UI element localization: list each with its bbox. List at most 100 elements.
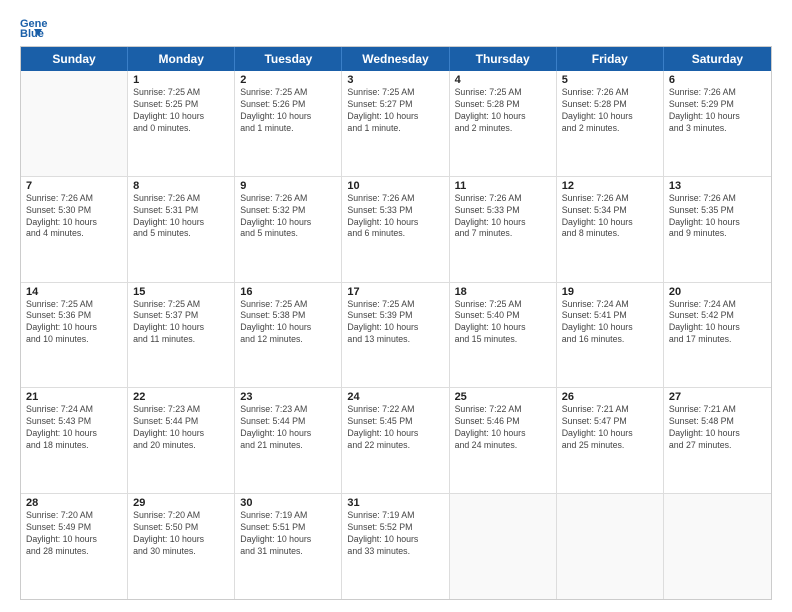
cell-day-number: 1 xyxy=(133,74,229,86)
cell-day-number: 7 xyxy=(26,180,122,192)
cell-info: Sunrise: 7:26 AM Sunset: 5:34 PM Dayligh… xyxy=(562,193,658,241)
cell-day-number: 12 xyxy=(562,180,658,192)
cal-cell: 29Sunrise: 7:20 AM Sunset: 5:50 PM Dayli… xyxy=(128,494,235,599)
cell-day-number: 10 xyxy=(347,180,443,192)
cell-day-number: 24 xyxy=(347,391,443,403)
day-header-thursday: Thursday xyxy=(450,47,557,71)
cal-cell xyxy=(664,494,771,599)
cal-cell: 15Sunrise: 7:25 AM Sunset: 5:37 PM Dayli… xyxy=(128,283,235,388)
cal-cell xyxy=(557,494,664,599)
cell-day-number: 26 xyxy=(562,391,658,403)
cell-info: Sunrise: 7:24 AM Sunset: 5:41 PM Dayligh… xyxy=(562,299,658,347)
cell-day-number: 8 xyxy=(133,180,229,192)
cell-day-number: 18 xyxy=(455,286,551,298)
cell-day-number: 2 xyxy=(240,74,336,86)
week-row-3: 14Sunrise: 7:25 AM Sunset: 5:36 PM Dayli… xyxy=(21,283,771,389)
logo-icon: General Blue xyxy=(20,16,48,38)
cal-cell: 8Sunrise: 7:26 AM Sunset: 5:31 PM Daylig… xyxy=(128,177,235,282)
cal-cell: 4Sunrise: 7:25 AM Sunset: 5:28 PM Daylig… xyxy=(450,71,557,176)
cell-day-number: 31 xyxy=(347,497,443,509)
cell-day-number: 27 xyxy=(669,391,766,403)
cal-cell xyxy=(450,494,557,599)
cell-info: Sunrise: 7:22 AM Sunset: 5:46 PM Dayligh… xyxy=(455,404,551,452)
day-header-monday: Monday xyxy=(128,47,235,71)
cal-cell: 21Sunrise: 7:24 AM Sunset: 5:43 PM Dayli… xyxy=(21,388,128,493)
calendar-body: 1Sunrise: 7:25 AM Sunset: 5:25 PM Daylig… xyxy=(21,71,771,599)
cell-info: Sunrise: 7:24 AM Sunset: 5:43 PM Dayligh… xyxy=(26,404,122,452)
cal-cell: 27Sunrise: 7:21 AM Sunset: 5:48 PM Dayli… xyxy=(664,388,771,493)
cell-info: Sunrise: 7:22 AM Sunset: 5:45 PM Dayligh… xyxy=(347,404,443,452)
cell-day-number: 5 xyxy=(562,74,658,86)
calendar: SundayMondayTuesdayWednesdayThursdayFrid… xyxy=(20,46,772,600)
cal-cell: 2Sunrise: 7:25 AM Sunset: 5:26 PM Daylig… xyxy=(235,71,342,176)
cal-cell: 13Sunrise: 7:26 AM Sunset: 5:35 PM Dayli… xyxy=(664,177,771,282)
cal-cell: 5Sunrise: 7:26 AM Sunset: 5:28 PM Daylig… xyxy=(557,71,664,176)
cal-cell: 7Sunrise: 7:26 AM Sunset: 5:30 PM Daylig… xyxy=(21,177,128,282)
day-header-saturday: Saturday xyxy=(664,47,771,71)
cell-info: Sunrise: 7:25 AM Sunset: 5:36 PM Dayligh… xyxy=(26,299,122,347)
cell-day-number: 30 xyxy=(240,497,336,509)
cell-day-number: 15 xyxy=(133,286,229,298)
header: General Blue xyxy=(20,16,772,38)
cal-cell: 14Sunrise: 7:25 AM Sunset: 5:36 PM Dayli… xyxy=(21,283,128,388)
cal-cell: 6Sunrise: 7:26 AM Sunset: 5:29 PM Daylig… xyxy=(664,71,771,176)
cell-day-number: 28 xyxy=(26,497,122,509)
cell-info: Sunrise: 7:25 AM Sunset: 5:38 PM Dayligh… xyxy=(240,299,336,347)
cell-info: Sunrise: 7:21 AM Sunset: 5:48 PM Dayligh… xyxy=(669,404,766,452)
cell-day-number: 21 xyxy=(26,391,122,403)
cal-cell: 10Sunrise: 7:26 AM Sunset: 5:33 PM Dayli… xyxy=(342,177,449,282)
cell-day-number: 6 xyxy=(669,74,766,86)
cell-info: Sunrise: 7:26 AM Sunset: 5:28 PM Dayligh… xyxy=(562,87,658,135)
week-row-2: 7Sunrise: 7:26 AM Sunset: 5:30 PM Daylig… xyxy=(21,177,771,283)
day-header-friday: Friday xyxy=(557,47,664,71)
cell-day-number: 14 xyxy=(26,286,122,298)
cell-info: Sunrise: 7:19 AM Sunset: 5:51 PM Dayligh… xyxy=(240,510,336,558)
cell-info: Sunrise: 7:26 AM Sunset: 5:31 PM Dayligh… xyxy=(133,193,229,241)
cal-cell: 18Sunrise: 7:25 AM Sunset: 5:40 PM Dayli… xyxy=(450,283,557,388)
cal-cell: 26Sunrise: 7:21 AM Sunset: 5:47 PM Dayli… xyxy=(557,388,664,493)
cell-info: Sunrise: 7:23 AM Sunset: 5:44 PM Dayligh… xyxy=(133,404,229,452)
cell-info: Sunrise: 7:26 AM Sunset: 5:35 PM Dayligh… xyxy=(669,193,766,241)
cal-cell: 28Sunrise: 7:20 AM Sunset: 5:49 PM Dayli… xyxy=(21,494,128,599)
cell-day-number: 17 xyxy=(347,286,443,298)
cell-day-number: 25 xyxy=(455,391,551,403)
cal-cell: 12Sunrise: 7:26 AM Sunset: 5:34 PM Dayli… xyxy=(557,177,664,282)
cal-cell: 19Sunrise: 7:24 AM Sunset: 5:41 PM Dayli… xyxy=(557,283,664,388)
cell-day-number: 13 xyxy=(669,180,766,192)
week-row-1: 1Sunrise: 7:25 AM Sunset: 5:25 PM Daylig… xyxy=(21,71,771,177)
cell-info: Sunrise: 7:25 AM Sunset: 5:28 PM Dayligh… xyxy=(455,87,551,135)
cell-info: Sunrise: 7:25 AM Sunset: 5:37 PM Dayligh… xyxy=(133,299,229,347)
cal-cell: 22Sunrise: 7:23 AM Sunset: 5:44 PM Dayli… xyxy=(128,388,235,493)
cal-cell: 16Sunrise: 7:25 AM Sunset: 5:38 PM Dayli… xyxy=(235,283,342,388)
cal-cell: 11Sunrise: 7:26 AM Sunset: 5:33 PM Dayli… xyxy=(450,177,557,282)
cell-day-number: 11 xyxy=(455,180,551,192)
cell-info: Sunrise: 7:23 AM Sunset: 5:44 PM Dayligh… xyxy=(240,404,336,452)
week-row-4: 21Sunrise: 7:24 AM Sunset: 5:43 PM Dayli… xyxy=(21,388,771,494)
cell-day-number: 4 xyxy=(455,74,551,86)
cell-day-number: 16 xyxy=(240,286,336,298)
cal-cell: 23Sunrise: 7:23 AM Sunset: 5:44 PM Dayli… xyxy=(235,388,342,493)
cell-day-number: 19 xyxy=(562,286,658,298)
cell-info: Sunrise: 7:24 AM Sunset: 5:42 PM Dayligh… xyxy=(669,299,766,347)
day-header-wednesday: Wednesday xyxy=(342,47,449,71)
cal-cell: 24Sunrise: 7:22 AM Sunset: 5:45 PM Dayli… xyxy=(342,388,449,493)
cal-cell: 31Sunrise: 7:19 AM Sunset: 5:52 PM Dayli… xyxy=(342,494,449,599)
logo: General Blue xyxy=(20,16,52,38)
cell-info: Sunrise: 7:25 AM Sunset: 5:26 PM Dayligh… xyxy=(240,87,336,135)
cell-day-number: 23 xyxy=(240,391,336,403)
cell-info: Sunrise: 7:19 AM Sunset: 5:52 PM Dayligh… xyxy=(347,510,443,558)
cell-info: Sunrise: 7:25 AM Sunset: 5:27 PM Dayligh… xyxy=(347,87,443,135)
cell-info: Sunrise: 7:26 AM Sunset: 5:30 PM Dayligh… xyxy=(26,193,122,241)
page: General Blue SundayMondayTuesdayWednesda… xyxy=(0,0,792,612)
cal-cell: 30Sunrise: 7:19 AM Sunset: 5:51 PM Dayli… xyxy=(235,494,342,599)
cal-cell: 20Sunrise: 7:24 AM Sunset: 5:42 PM Dayli… xyxy=(664,283,771,388)
cell-day-number: 22 xyxy=(133,391,229,403)
cell-info: Sunrise: 7:25 AM Sunset: 5:39 PM Dayligh… xyxy=(347,299,443,347)
day-header-tuesday: Tuesday xyxy=(235,47,342,71)
cell-day-number: 9 xyxy=(240,180,336,192)
cal-cell: 3Sunrise: 7:25 AM Sunset: 5:27 PM Daylig… xyxy=(342,71,449,176)
cell-day-number: 29 xyxy=(133,497,229,509)
day-header-sunday: Sunday xyxy=(21,47,128,71)
cal-cell: 9Sunrise: 7:26 AM Sunset: 5:32 PM Daylig… xyxy=(235,177,342,282)
cal-cell: 17Sunrise: 7:25 AM Sunset: 5:39 PM Dayli… xyxy=(342,283,449,388)
